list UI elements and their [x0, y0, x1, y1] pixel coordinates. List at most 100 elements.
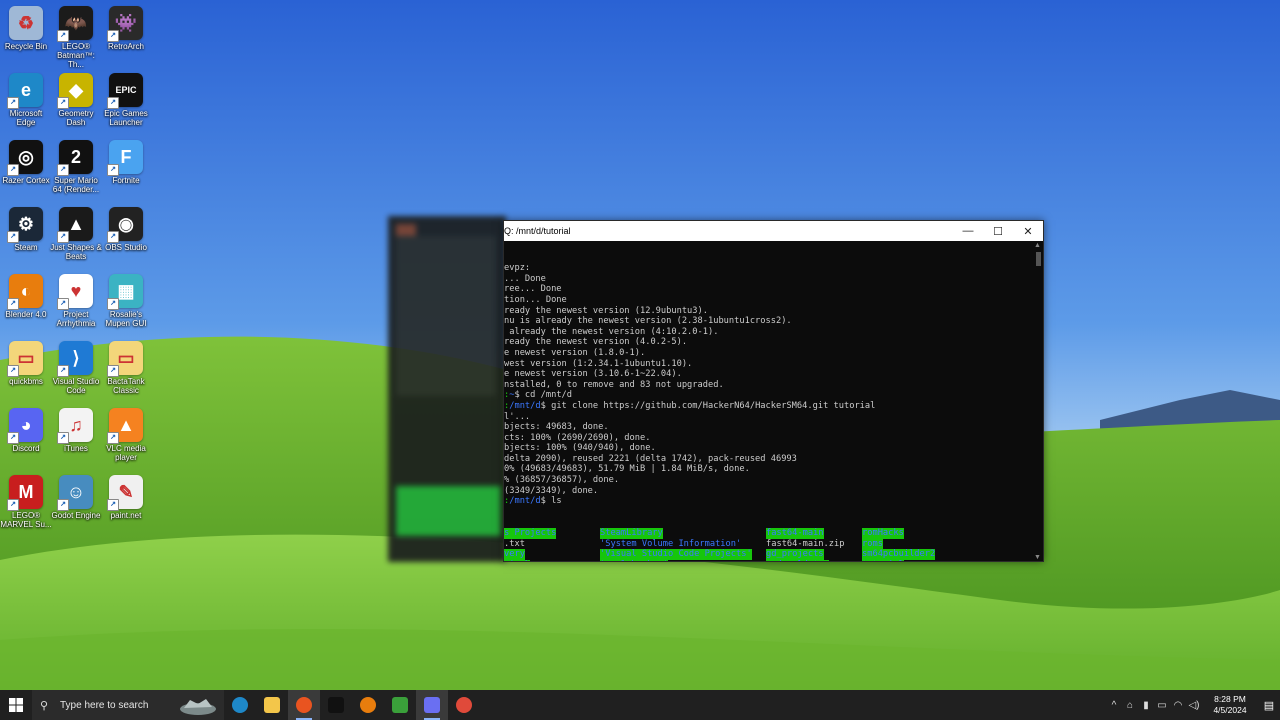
- desktop-icon-vlc[interactable]: ▲ ↗ VLC media player: [100, 408, 152, 462]
- desktop-icon-recycle-bin[interactable]: ♻ Recycle Bin: [0, 6, 52, 51]
- shortcut-arrow-icon: ↗: [107, 231, 119, 243]
- desktop-icon-geometry-dash[interactable]: ◆ ↗ Geometry Dash: [50, 73, 102, 127]
- desktop-icon-lego-marvel[interactable]: M ↗ LEGO® MARVEL Su...: [0, 475, 52, 529]
- shortcut-arrow-icon: ↗: [7, 97, 19, 109]
- shortcut-arrow-icon: ↗: [7, 432, 19, 444]
- terminal-line: ready the newest version (12.9ubuntu3).: [504, 305, 708, 316]
- usb-icon[interactable]: ▮: [1138, 700, 1154, 711]
- desktop-icon-vscode[interactable]: ⟩ ↗ Visual Studio Code: [50, 341, 102, 395]
- notification-icon[interactable]: ▤: [1258, 699, 1280, 712]
- desktop-icon-obs[interactable]: ◉ ↗ OBS Studio: [100, 207, 152, 252]
- shortcut-arrow-icon: ↗: [57, 164, 69, 176]
- blender-icon: [360, 697, 376, 713]
- desktop-icon-fortnite[interactable]: F ↗ Fortnite: [100, 140, 152, 185]
- desktop-icon-label: Visual Studio Code: [52, 377, 100, 395]
- ls-entry: 'System Volume Information': [600, 538, 742, 549]
- desktop-icon-blender[interactable]: ◐ ↗ Blender 4.0: [0, 274, 52, 319]
- desktop-icon-label: Blender 4.0: [5, 310, 47, 319]
- ls-entry: gd_projects: [766, 549, 824, 560]
- desktop-icon-folder[interactable]: ▭ ↗ BactaTank Classic: [100, 341, 152, 395]
- scrollbar-thumb[interactable]: [1036, 252, 1041, 266]
- terminal-line: e newest version (1.8.0-1).: [504, 347, 646, 358]
- shortcut-arrow-icon: ↗: [107, 298, 119, 310]
- shortcut-arrow-icon: ↗: [57, 298, 69, 310]
- terminal-line: (3349/3349), done.: [504, 485, 599, 496]
- desktop-icon-discord[interactable]: ◕ ↗ Discord: [0, 408, 52, 453]
- desktop-icon-lego-batman[interactable]: 🦇 ↗ LEGO® Batman™: Th...: [50, 6, 102, 69]
- desktop-icon-itunes[interactable]: ♫ ↗ iTunes: [50, 408, 102, 453]
- system-tray: ^ ⌂ ▮ ▭ ◠ ◁) 8:28 PM 4/5/2024 ▤: [1106, 690, 1280, 720]
- terminal-line: tion... Done: [504, 294, 567, 305]
- desktop-icon-godot[interactable]: ☺ ↗ Godot Engine: [50, 475, 102, 520]
- lego-marvel-icon: M ↗: [7, 475, 43, 511]
- shortcut-arrow-icon: ↗: [57, 97, 69, 109]
- terminal-line: bjects: 49683, done.: [504, 422, 609, 433]
- mupen-gui-icon: ▦ ↗: [107, 274, 143, 310]
- desktop-icon-steam[interactable]: ⚙ ↗ Steam: [0, 207, 52, 252]
- taskbar-app-minecraft[interactable]: [384, 690, 416, 720]
- shortcut-arrow-icon: ↗: [57, 432, 69, 444]
- taskbar-app-ubuntu[interactable]: [288, 690, 320, 720]
- terminal-line: :~$ cd /mnt/d: [504, 390, 573, 401]
- desktop-icon-paintnet[interactable]: ✎ ↗ paint.net: [100, 475, 152, 520]
- taskbar-clock[interactable]: 8:28 PM 4/5/2024: [1206, 694, 1254, 716]
- taskbar-app-mupen[interactable]: [416, 690, 448, 720]
- shortcut-arrow-icon: ↗: [57, 499, 69, 511]
- chrome-like-icon: [456, 697, 472, 713]
- close-button[interactable]: ✕: [1013, 221, 1043, 241]
- taskbar-app-blender[interactable]: [352, 690, 384, 720]
- mupen-icon: [424, 697, 440, 713]
- desktop-icon-label: Godot Engine: [51, 511, 101, 520]
- ls-entry: sm64pcbuilder2: [862, 549, 936, 560]
- shortcut-arrow-icon: ↗: [107, 432, 119, 444]
- windows-icon: [9, 698, 23, 712]
- maximize-button[interactable]: ☐: [983, 221, 1013, 241]
- desktop-icon-edge[interactable]: e ↗ Microsoft Edge: [0, 73, 52, 127]
- shortcut-arrow-icon: ↗: [7, 164, 19, 176]
- volume-icon[interactable]: ◁): [1186, 700, 1202, 711]
- project-arrhythmia-icon: ♥ ↗: [57, 274, 93, 310]
- desktop-icon-label: Just Shapes & Beats: [50, 243, 102, 261]
- scroll-down-icon[interactable]: ▼: [1034, 554, 1041, 561]
- minimize-button[interactable]: —: [953, 221, 983, 241]
- just-shapes-beats-icon: ▲ ↗: [57, 207, 93, 243]
- battery-icon[interactable]: ▭: [1154, 700, 1170, 711]
- terminal-line: cts: 100% (2690/2690), done.: [504, 432, 651, 443]
- terminal-line: :/mnt/d$ ls: [504, 496, 562, 507]
- ls-entry: very: [504, 549, 525, 560]
- terminal-window[interactable]: Q: /mnt/d/tutorial — ☐ ✕ evpz:... Done re…: [503, 220, 1044, 562]
- shortcut-arrow-icon: ↗: [7, 365, 19, 377]
- desktop-icon-just-shapes-beats[interactable]: ▲ ↗ Just Shapes & Beats: [50, 207, 102, 261]
- taskbar-apps: [224, 690, 480, 720]
- desktop-icon-mupen-gui[interactable]: ▦ ↗ Rosalie's Mupen GUI: [100, 274, 152, 328]
- desktop-icon-sm64[interactable]: 2 ↗ Super Mario 64 (Render...: [50, 140, 102, 194]
- terminal-output[interactable]: evpz:... Done ree... Done tion... Done read…: [504, 242, 1033, 561]
- desktop-icon-razer-cortex[interactable]: ◎ ↗ Razer Cortex: [0, 140, 52, 185]
- scroll-up-icon[interactable]: ▲: [1034, 242, 1041, 249]
- terminal-line: nstalled, 0 to remove and 83 not upgrade…: [504, 379, 724, 390]
- desktop-icon-folder[interactable]: ▭ ↗ quickbms: [0, 341, 52, 386]
- shortcut-arrow-icon: ↗: [7, 231, 19, 243]
- shortcut-arrow-icon: ↗: [107, 365, 119, 377]
- desktop-icon-epic-games[interactable]: EPIC ↗ Epic Games Launcher: [100, 73, 152, 127]
- terminal-titlebar[interactable]: Q: /mnt/d/tutorial — ☐ ✕: [504, 221, 1043, 241]
- desktop-icon-label: VLC media player: [106, 444, 146, 462]
- chevron-up-icon[interactable]: ^: [1106, 700, 1122, 711]
- desktop-icon-retroarch[interactable]: 👾 ↗ RetroArch: [100, 6, 152, 51]
- desktop-icon-label: Super Mario 64 (Render...: [52, 176, 100, 194]
- start-button[interactable]: [0, 690, 32, 720]
- wifi-icon[interactable]: ◠: [1170, 700, 1186, 711]
- taskbar-app-chrome-like[interactable]: [448, 690, 480, 720]
- taskbar-search[interactable]: ⚲ Type here to search: [32, 690, 224, 720]
- terminal-line: ready the newest version (4.0.2-5).: [504, 337, 688, 348]
- search-placeholder: Type here to search: [60, 699, 149, 711]
- network-device-icon[interactable]: ⌂: [1122, 700, 1138, 711]
- taskbar-app-file-explorer[interactable]: [256, 690, 288, 720]
- taskbar-app-edge[interactable]: [224, 690, 256, 720]
- ls-entry: SteamLibrary: [600, 528, 663, 539]
- terminal-scrollbar[interactable]: ▲ ▼: [1033, 242, 1043, 561]
- taskbar-app-terminal[interactable]: [320, 690, 352, 720]
- terminal-line: :/mnt/d$ git clone https://github.com/Ha…: [504, 400, 876, 411]
- desktop-icon-project-arrhythmia[interactable]: ♥ ↗ Project Arrhythmia: [50, 274, 102, 328]
- terminal-line: evpz:: [504, 263, 531, 274]
